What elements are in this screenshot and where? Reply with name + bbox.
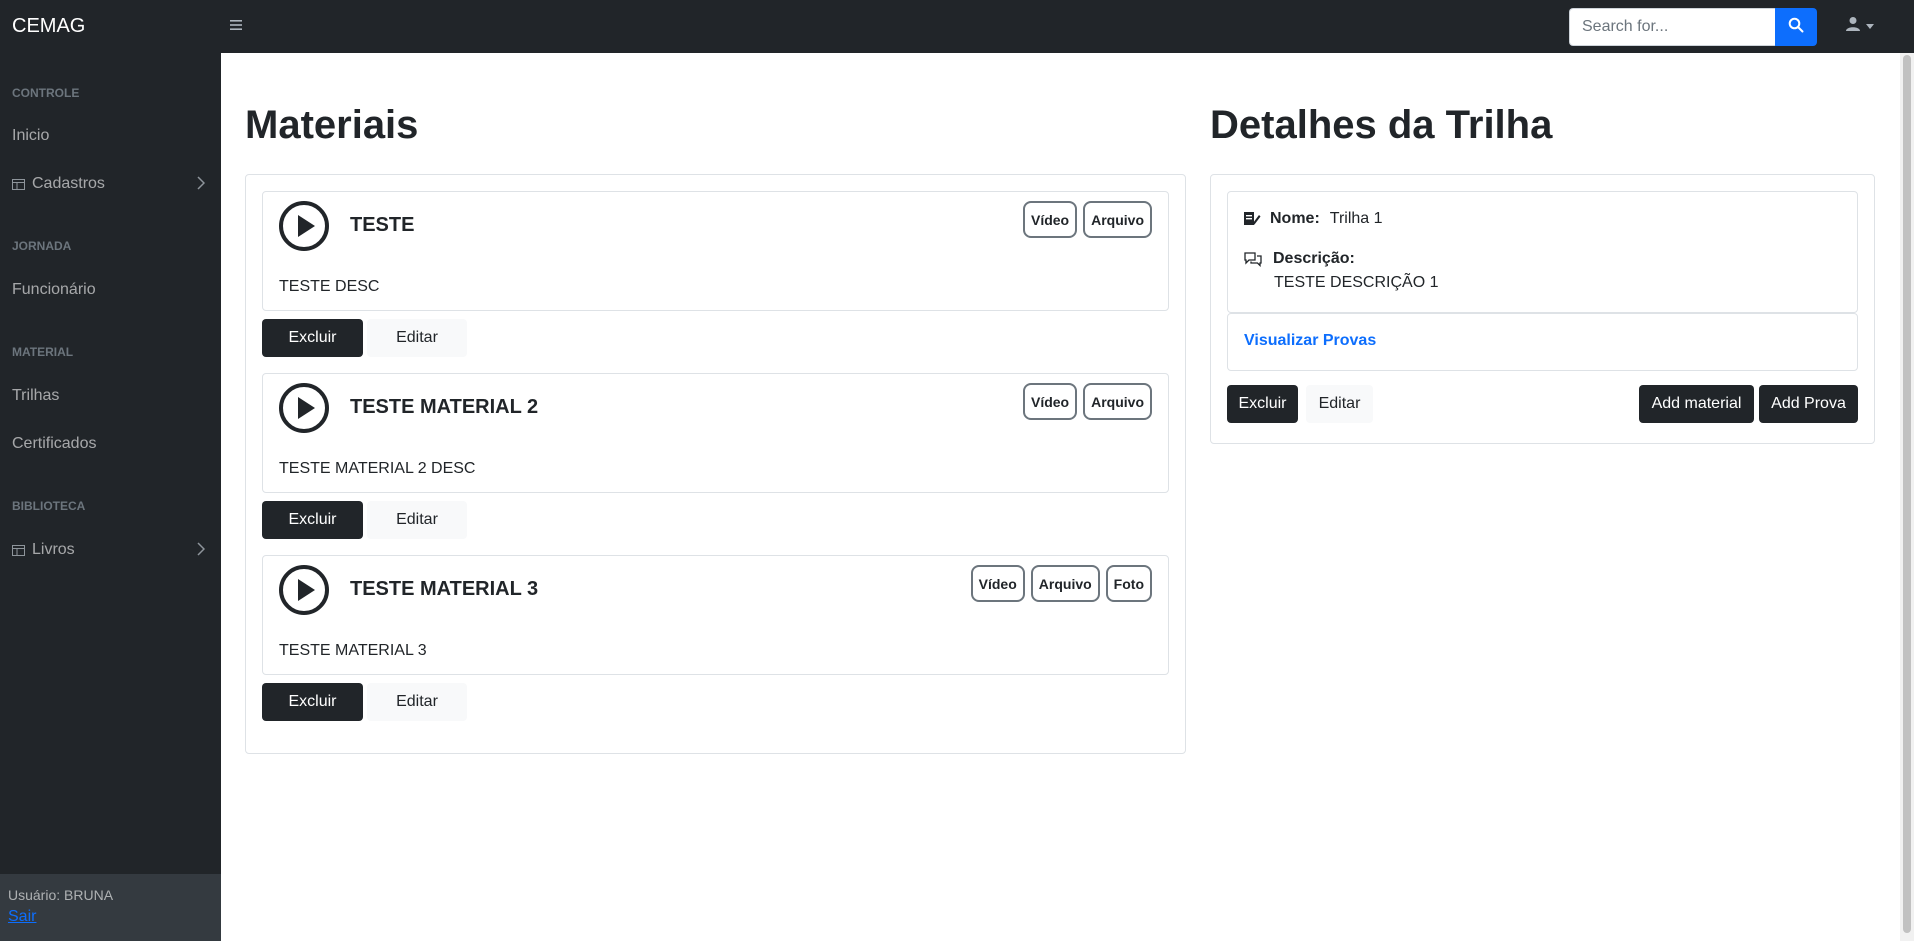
badge-video[interactable]: Vídeo xyxy=(970,565,1025,602)
sidebar-heading-jornada: JORNADA xyxy=(12,239,72,253)
sidebar-toggle-icon[interactable] xyxy=(229,16,253,37)
sidebar-item-inicio[interactable]: Inicio xyxy=(0,116,221,156)
play-icon[interactable] xyxy=(278,382,330,439)
sidebar-item-label: Certificados xyxy=(12,435,97,452)
page-scrollbar[interactable] xyxy=(1900,53,1914,941)
material-description: TESTE MATERIAL 2 DESC xyxy=(279,460,476,477)
descricao-label: Descrição: xyxy=(1273,250,1355,267)
delete-material-button[interactable]: Excluir xyxy=(262,319,363,357)
badge-video[interactable]: Vídeo xyxy=(1022,201,1078,238)
sidebar-item-certificados[interactable]: Certificados xyxy=(0,424,221,464)
material-badges: Vídeo Arquivo xyxy=(1022,201,1152,238)
sidebar-item-label: Inicio xyxy=(12,127,50,144)
delete-trilha-button[interactable]: Excluir xyxy=(1227,385,1298,423)
badge-arquivo[interactable]: Arquivo xyxy=(1083,383,1152,420)
table-icon xyxy=(12,178,25,190)
edit-material-button[interactable]: Editar xyxy=(367,501,467,539)
sidebar-heading-biblioteca: BIBLIOTECA xyxy=(12,499,86,513)
material-title: TESTE MATERIAL 3 xyxy=(350,578,539,600)
material-description: TESTE MATERIAL 3 xyxy=(279,642,427,659)
sidebar-item-label: Funcionário xyxy=(12,281,96,298)
badge-foto[interactable]: Foto xyxy=(1105,565,1152,602)
sidebar-item-label: Livros xyxy=(32,541,75,558)
delete-material-button[interactable]: Excluir xyxy=(262,501,363,539)
play-icon[interactable] xyxy=(278,564,330,621)
top-navbar: CEMAG xyxy=(0,0,1914,53)
delete-material-button[interactable]: Excluir xyxy=(262,683,363,721)
materiais-panel: TESTE Vídeo Arquivo TESTE DESC Excluir E… xyxy=(245,174,1186,754)
edit-material-button[interactable]: Editar xyxy=(367,683,467,721)
sidebar: CONTROLE Inicio Cadastros JORNADA Funcio… xyxy=(0,53,221,941)
sidebar-item-funcionario[interactable]: Funcionário xyxy=(0,270,221,310)
detalhes-title: Detalhes da Trilha xyxy=(1210,103,1553,147)
trilha-nome-row: Nome: Trilha 1 xyxy=(1243,210,1383,228)
material-title: TESTE xyxy=(350,214,415,236)
detalhes-panel: Nome: Trilha 1 Descrição: TESTE DESCRIÇÃ… xyxy=(1210,174,1875,444)
logout-link[interactable]: Sair xyxy=(8,908,36,926)
descricao-value: TESTE DESCRIÇÃO 1 xyxy=(1274,274,1439,291)
user-icon xyxy=(1845,16,1861,37)
sidebar-heading-material: MATERIAL xyxy=(12,345,74,359)
nome-value: Trilha 1 xyxy=(1329,210,1383,227)
material-badges: Vídeo Arquivo Foto xyxy=(970,565,1152,602)
chevron-right-icon xyxy=(197,542,206,561)
edit-trilha-button[interactable]: Editar xyxy=(1306,385,1373,423)
trilha-descricao-row: Descrição: xyxy=(1243,250,1365,268)
material-description: TESTE DESC xyxy=(279,278,380,295)
edit-material-button[interactable]: Editar xyxy=(367,319,467,357)
material-card: TESTE MATERIAL 2 Vídeo Arquivo TESTE MAT… xyxy=(262,373,1169,493)
search-icon xyxy=(1788,17,1804,36)
provas-card: Visualizar Provas xyxy=(1227,313,1858,371)
play-icon[interactable] xyxy=(278,200,330,257)
scrollbar-thumb[interactable] xyxy=(1903,55,1911,933)
visualizar-provas-link[interactable]: Visualizar Provas xyxy=(1244,332,1376,350)
material-title: TESTE MATERIAL 2 xyxy=(350,396,539,418)
chat-icon xyxy=(1243,251,1263,267)
material-card: TESTE MATERIAL 3 Vídeo Arquivo Foto TEST… xyxy=(262,555,1169,675)
badge-arquivo[interactable]: Arquivo xyxy=(1083,201,1152,238)
add-prova-button[interactable]: Add Prova xyxy=(1759,385,1858,423)
user-menu-dropdown[interactable] xyxy=(1845,16,1874,37)
badge-video[interactable]: Vídeo xyxy=(1022,383,1078,420)
sidebar-heading-controle: CONTROLE xyxy=(12,86,80,100)
sidebar-item-label: Trilhas xyxy=(12,387,60,404)
trilha-info-card: Nome: Trilha 1 Descrição: TESTE DESCRIÇÃ… xyxy=(1227,191,1858,313)
sidebar-item-label: Cadastros xyxy=(32,175,105,192)
nome-label: Nome: xyxy=(1270,210,1320,227)
material-badges: Vídeo Arquivo xyxy=(1022,383,1152,420)
edit-note-icon xyxy=(1243,211,1261,227)
material-card: TESTE Vídeo Arquivo TESTE DESC xyxy=(262,191,1169,311)
badge-arquivo[interactable]: Arquivo xyxy=(1030,565,1100,602)
sidebar-item-cadastros[interactable]: Cadastros xyxy=(0,164,221,204)
search-button[interactable] xyxy=(1775,7,1817,46)
materiais-title: Materiais xyxy=(245,103,419,147)
sidebar-item-livros[interactable]: Livros xyxy=(0,530,221,570)
logged-user-text: Usuário: BRUNA xyxy=(8,887,114,903)
search-input[interactable] xyxy=(1569,7,1775,46)
sidebar-item-trilhas[interactable]: Trilhas xyxy=(0,376,221,416)
chevron-right-icon xyxy=(197,176,206,195)
chevron-down-icon xyxy=(1866,24,1874,29)
sidebar-footer: Usuário: BRUNA Sair xyxy=(0,874,221,941)
brand-logo[interactable]: CEMAG xyxy=(0,15,221,38)
search-form xyxy=(1569,7,1817,46)
table-icon xyxy=(12,544,25,556)
add-material-button[interactable]: Add material xyxy=(1639,385,1754,423)
